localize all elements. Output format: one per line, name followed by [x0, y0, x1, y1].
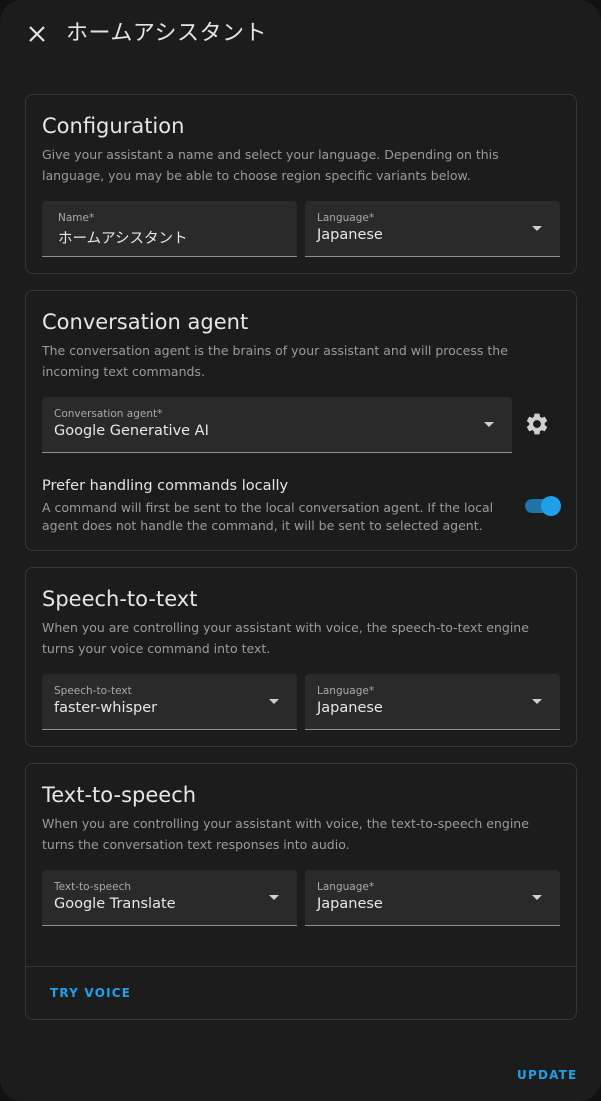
close-button[interactable] — [22, 19, 52, 49]
stt-language-select-value: Japanese — [317, 700, 383, 716]
conversation-agent-title: Conversation agent — [42, 310, 249, 334]
chevron-down-icon — [532, 226, 542, 231]
text-to-speech-select-label: Text-to-speech — [54, 881, 132, 893]
configuration-title: Configuration — [42, 114, 185, 138]
speech-to-text-select-label: Speech-to-text — [54, 685, 132, 697]
chevron-down-icon — [532, 895, 542, 900]
gear-icon — [526, 413, 548, 435]
name-field-value: ホームアシスタント — [58, 231, 188, 247]
conversation-agent-select[interactable]: Conversation agent* Google Generative AI — [42, 397, 512, 453]
name-field[interactable]: Name* ホームアシスタント — [42, 201, 297, 257]
tts-language-select[interactable]: Language* Japanese — [305, 870, 560, 926]
configuration-description: Give your assistant a name and select yo… — [42, 147, 499, 183]
speech-to-text-card: Speech-to-text When you are controlling … — [25, 567, 577, 747]
text-to-speech-title: Text-to-speech — [42, 783, 197, 807]
dialog-header: ホームアシスタント — [0, 0, 601, 70]
chevron-down-icon — [484, 422, 494, 427]
tts-language-select-value: Japanese — [317, 896, 383, 912]
dialog-title: ホームアシスタント — [66, 21, 267, 46]
try-voice-button[interactable]: TRY VOICE — [50, 986, 131, 1000]
agent-settings-button[interactable] — [524, 411, 550, 437]
configuration-card: Configuration Give your assistant a name… — [25, 94, 577, 274]
tts-language-select-label: Language* — [317, 881, 375, 893]
text-to-speech-select-value: Google Translate — [54, 896, 176, 912]
text-to-speech-card: Text-to-speech When you are controlling … — [25, 763, 577, 1020]
stt-language-select[interactable]: Language* Japanese — [305, 674, 560, 730]
prefer-local-description: A command will first be sent to the loca… — [42, 500, 494, 533]
conversation-agent-select-label: Conversation agent* — [54, 408, 163, 420]
conversation-agent-card: Conversation agent The conversation agen… — [25, 290, 577, 551]
prefer-local-title: Prefer handling commands locally — [42, 478, 289, 494]
language-select-label: Language* — [317, 212, 375, 224]
speech-to-text-select[interactable]: Speech-to-text faster-whisper — [42, 674, 297, 730]
text-to-speech-description: When you are controlling your assistant … — [42, 816, 529, 852]
voice-assistant-dialog: ホームアシスタント Configuration Give your assist… — [0, 0, 601, 1101]
close-icon — [29, 26, 45, 42]
language-select[interactable]: Language* Japanese — [305, 201, 560, 257]
toggle-thumb — [541, 496, 561, 516]
update-button[interactable]: UPDATE — [517, 1068, 577, 1082]
speech-to-text-select-value: faster-whisper — [54, 700, 158, 716]
speech-to-text-title: Speech-to-text — [42, 587, 198, 611]
name-field-label: Name* — [58, 212, 95, 224]
text-to-speech-select[interactable]: Text-to-speech Google Translate — [42, 870, 297, 926]
chevron-down-icon — [532, 699, 542, 704]
card-actions-divider — [26, 966, 576, 967]
language-select-value: Japanese — [317, 227, 383, 243]
conversation-agent-description: The conversation agent is the brains of … — [42, 343, 508, 379]
stt-language-select-label: Language* — [317, 685, 375, 697]
chevron-down-icon — [269, 895, 279, 900]
speech-to-text-description: When you are controlling your assistant … — [42, 620, 529, 656]
chevron-down-icon — [269, 699, 279, 704]
conversation-agent-select-value: Google Generative AI — [54, 423, 209, 439]
prefer-local-toggle[interactable] — [523, 496, 561, 516]
